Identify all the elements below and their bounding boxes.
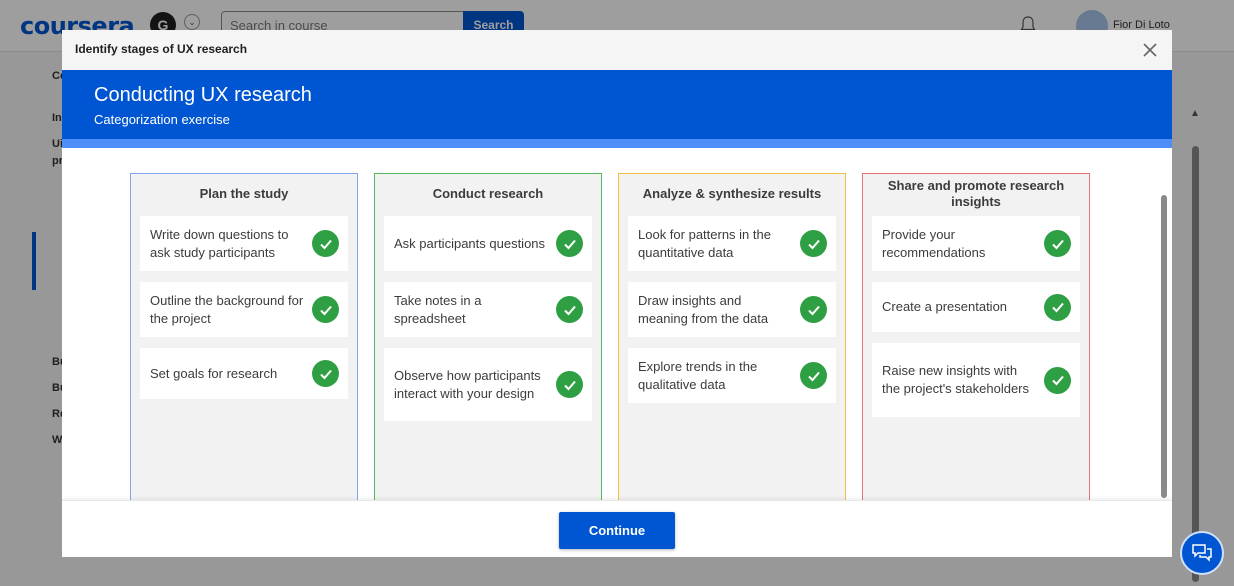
answer-card[interactable]: Observe how participants interact with y… [384,348,592,421]
modal-scrollbar[interactable] [1161,195,1167,498]
banner-title: Conducting UX research [94,84,312,106]
category-column-analyze: Analyze & synthesize results Look for pa… [618,173,846,503]
banner-subtitle: Categorization exercise [94,112,230,127]
answer-card[interactable]: Explore trends in the qualitative data [628,348,836,403]
check-icon [1044,293,1071,321]
answer-card[interactable]: Raise new insights with the project's st… [872,343,1080,417]
categorization-board: Plan the study Write down questions to a… [62,148,1172,503]
check-icon [556,371,583,398]
check-icon [800,230,827,257]
answer-card[interactable]: Look for patterns in the quantitative da… [628,216,836,271]
answer-card[interactable]: Ask participants questions [384,216,592,271]
check-icon [1044,230,1071,257]
answer-card[interactable]: Draw insights and meaning from the data [628,282,836,337]
answer-card[interactable]: Write down questions to ask study partic… [140,216,348,271]
answer-card[interactable]: Create a presentation [872,282,1080,332]
column-header: Share and promote research insights [887,178,1065,209]
category-column-conduct: Conduct research Ask participants questi… [374,173,602,503]
check-icon [800,362,827,389]
column-header: Conduct research [432,186,544,201]
exercise-banner: Conducting UX research Categorization ex… [62,70,1172,139]
check-icon [312,230,339,257]
check-icon [556,296,583,323]
category-column-share: Share and promote research insights Prov… [862,173,1090,503]
modal-titlebar: Identify stages of UX research [62,30,1172,70]
answer-card[interactable]: Outline the background for the project [140,282,348,337]
answer-card[interactable]: Provide your recommendations [872,216,1080,271]
column-header: Plan the study [199,186,289,201]
check-icon [800,296,827,323]
modal-title: Identify stages of UX research [75,42,248,56]
category-column-plan: Plan the study Write down questions to a… [130,173,358,503]
close-icon[interactable] [1140,40,1160,60]
continue-button[interactable]: Continue [559,512,675,549]
check-icon [312,360,339,387]
chat-icon [1192,544,1212,562]
banner-accent-strip [62,139,1172,148]
chat-button[interactable] [1180,531,1224,575]
modal-footer: Continue [62,500,1172,557]
answer-card[interactable]: Take notes in a spreadsheet [384,282,592,337]
answer-card[interactable]: Set goals for research [140,348,348,399]
check-icon [556,230,583,257]
column-header: Analyze & synthesize results [642,186,822,201]
check-icon [1044,366,1071,394]
exercise-modal: Identify stages of UX research Conductin… [62,30,1172,557]
check-icon [312,296,339,323]
